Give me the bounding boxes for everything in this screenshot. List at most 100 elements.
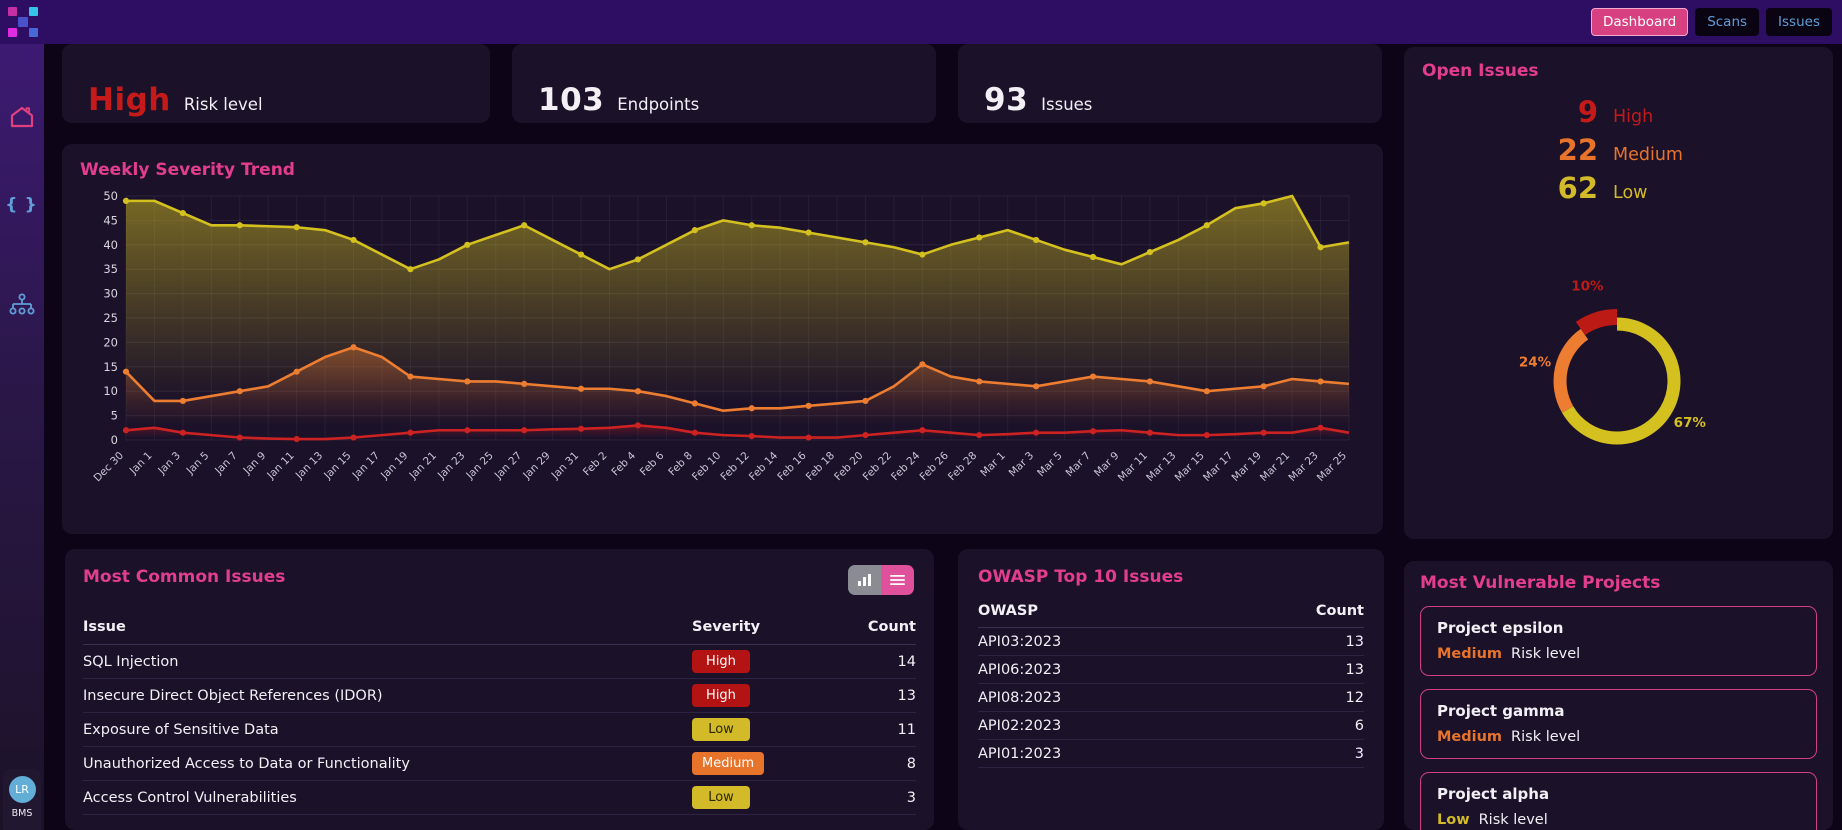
issue-count: 11 [842, 713, 916, 747]
open-issues-count-row: 22 Medium [1422, 133, 1815, 171]
svg-text:Mar 23: Mar 23 [1286, 450, 1320, 484]
list-view-button[interactable] [881, 565, 914, 595]
stat-label: Issues [1041, 95, 1092, 114]
svg-text:Jan 11: Jan 11 [264, 450, 296, 482]
nav-tab[interactable]: Dashboard [1591, 8, 1688, 36]
severity-badge: Low [692, 786, 750, 809]
table-row: Exposure of Sensitive Data Low 11 [83, 713, 916, 747]
stat-card: High Risk level [62, 44, 490, 123]
stat-label: Endpoints [617, 95, 699, 114]
stat-card: 93 Issues [958, 44, 1382, 123]
svg-text:Feb 24: Feb 24 [889, 449, 923, 483]
issue-name: Unauthorized Access to Data or Functiona… [83, 747, 692, 781]
svg-text:Feb 22: Feb 22 [861, 450, 894, 483]
svg-text:Jan 25: Jan 25 [463, 450, 495, 482]
svg-text:Mar 13: Mar 13 [1144, 450, 1178, 484]
user-card[interactable]: LR BMS [3, 769, 41, 830]
table-row: API06:2023 13 [978, 656, 1364, 684]
avatar[interactable]: LR [9, 776, 36, 803]
svg-text:5: 5 [111, 409, 118, 423]
svg-text:Mar 15: Mar 15 [1173, 450, 1207, 484]
svg-text:15: 15 [103, 360, 118, 374]
svg-text:50: 50 [103, 190, 118, 203]
svg-text:Jan 7: Jan 7 [212, 450, 240, 478]
svg-text:Feb 2: Feb 2 [581, 450, 610, 479]
project-name: Project epsilon [1437, 619, 1800, 637]
severity-badge: Medium [692, 752, 764, 775]
stat-label: Risk level [184, 95, 263, 114]
svg-text:Feb 14: Feb 14 [747, 449, 781, 483]
svg-text:35: 35 [103, 262, 118, 276]
home-icon[interactable] [0, 100, 44, 134]
table-header-row: OWASP Count [978, 599, 1364, 628]
nav-tab[interactable]: Issues [1766, 8, 1832, 36]
severity-badge: High [692, 684, 750, 707]
open-issues-counts: 9 High 22 Medium 62 Low [1422, 95, 1815, 209]
common-issues-table: Issue Severity Count SQL Injection High … [83, 613, 916, 815]
issue-name: SQL Injection [83, 645, 692, 679]
svg-text:Jan 3: Jan 3 [155, 450, 183, 478]
projects-title: Most Vulnerable Projects [1420, 573, 1817, 593]
dashboard-page: Dashboard Scans Issues { } [0, 0, 1842, 830]
project-name: Project alpha [1437, 785, 1800, 803]
nav-tab[interactable]: Scans [1695, 8, 1759, 36]
table-row: API08:2023 12 [978, 684, 1364, 712]
table-row: Access Control Vulnerabilities Low 3 [83, 781, 916, 815]
view-toggle [848, 565, 914, 595]
svg-text:Jan 1: Jan 1 [127, 450, 155, 478]
severity-badge: Low [692, 718, 750, 741]
owasp-count: 13 [1222, 656, 1364, 684]
project-name: Project gamma [1437, 702, 1800, 720]
col-count: Count [842, 613, 916, 645]
svg-text:Feb 16: Feb 16 [775, 449, 809, 483]
svg-text:Jan 31: Jan 31 [549, 450, 581, 482]
owasp-id: API02:2023 [978, 712, 1222, 740]
svg-text:Feb 18: Feb 18 [804, 450, 837, 483]
svg-text:67%: 67% [1674, 415, 1707, 431]
project-card[interactable]: Project gamma MediumRisk level [1420, 689, 1817, 759]
risk-level-value: Low [1437, 812, 1470, 828]
svg-text:Mar 21: Mar 21 [1258, 450, 1292, 484]
app-logo-icon[interactable] [8, 7, 38, 37]
avatar-caption: BMS [12, 808, 33, 819]
svg-text:Feb 4: Feb 4 [609, 449, 638, 478]
issue-count: 8 [842, 747, 916, 781]
project-risk: MediumRisk level [1437, 646, 1800, 662]
issue-name: Access Control Vulnerabilities [83, 781, 692, 815]
col-owasp: OWASP [978, 599, 1222, 628]
table-row: Insecure Direct Object References (IDOR)… [83, 679, 916, 713]
svg-text:Jan 23: Jan 23 [435, 450, 467, 482]
issue-count: 3 [842, 781, 916, 815]
project-risk: LowRisk level [1437, 812, 1800, 828]
open-issues-count-row: 62 Low [1422, 171, 1815, 209]
svg-text:Feb 10: Feb 10 [690, 450, 723, 483]
svg-text:0: 0 [111, 433, 118, 447]
chart-view-button[interactable] [848, 565, 881, 595]
svg-text:Feb 6: Feb 6 [638, 449, 667, 478]
col-issue: Issue [83, 613, 692, 645]
owasp-top10-card: OWASP Top 10 Issues OWASP Count API03:20… [958, 549, 1384, 830]
svg-text:45: 45 [103, 213, 118, 227]
svg-text:Jan 27: Jan 27 [492, 450, 524, 482]
svg-text:10: 10 [103, 384, 118, 398]
svg-text:Mar 25: Mar 25 [1315, 450, 1349, 484]
project-card[interactable]: Project alpha LowRisk level [1420, 772, 1817, 830]
project-card[interactable]: Project epsilon MediumRisk level [1420, 606, 1817, 676]
severity-trend-chart: 05101520253035404550Dec 30Jan 1Jan 3Jan … [80, 190, 1365, 520]
stat-value: High [88, 82, 171, 118]
count-label: Low [1613, 183, 1695, 203]
common-issues-title: Most Common Issues [83, 567, 916, 587]
nav-tabs: Dashboard Scans Issues [1591, 8, 1842, 36]
svg-text:Jan 21: Jan 21 [407, 450, 439, 482]
table-row: API02:2023 6 [978, 712, 1364, 740]
issue-name: Insecure Direct Object References (IDOR) [83, 679, 692, 713]
sitemap-icon[interactable] [0, 288, 44, 322]
open-issues-card: Open Issues 9 High 22 Medium 62 Low 67%2… [1404, 47, 1833, 539]
sidebar: { } LR BMS [0, 44, 44, 830]
most-common-issues-card: Most Common Issues Issue Severity Count [65, 549, 934, 830]
svg-text:Jan 5: Jan 5 [184, 450, 212, 478]
owasp-count: 6 [1222, 712, 1364, 740]
code-braces-icon[interactable]: { } [0, 188, 44, 222]
owasp-count: 12 [1222, 684, 1364, 712]
issue-count: 14 [842, 645, 916, 679]
